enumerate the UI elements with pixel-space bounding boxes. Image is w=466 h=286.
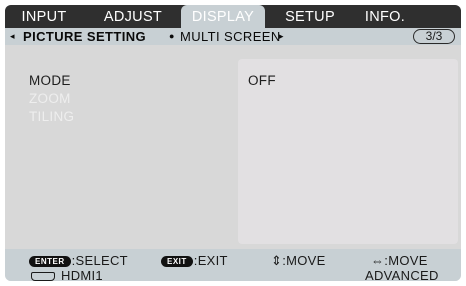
- hint-move-horizontal: ⇔:MOVE: [371, 253, 428, 268]
- enter-key-icon: ENTER: [29, 256, 71, 267]
- submenu-bar: ◂ PICTURE SETTING ● MULTI SCREEN ▸ 3/3: [5, 28, 461, 45]
- submenu-next[interactable]: MULTI SCREEN: [180, 28, 281, 45]
- settings-panel: MODE ZOOM TILING OFF: [5, 45, 461, 249]
- hdmi-icon: [31, 272, 55, 281]
- hint-exit: EXIT:EXIT: [161, 253, 228, 268]
- hint-exit-text: :EXIT: [193, 253, 228, 268]
- submenu-current[interactable]: PICTURE SETTING: [23, 28, 146, 45]
- separator-dot-icon: ●: [169, 31, 175, 41]
- left-arrow-icon[interactable]: ◂: [10, 28, 15, 45]
- top-tab-bar: INPUT ADJUST DISPLAY SETUP INFO.: [5, 5, 461, 28]
- tab-display[interactable]: DISPLAY: [181, 5, 265, 28]
- tab-info[interactable]: INFO.: [357, 5, 413, 28]
- right-arrow-icon[interactable]: ▸: [279, 28, 284, 45]
- menu-level: ADVANCED: [365, 268, 439, 281]
- tab-adjust[interactable]: ADJUST: [97, 5, 169, 28]
- page-indicator: 3/3: [413, 29, 455, 44]
- exit-key-icon: EXIT: [161, 256, 193, 267]
- menu-item-tiling: TILING: [29, 109, 75, 124]
- osd-menu: INPUT ADJUST DISPLAY SETUP INFO. ◂ PICTU…: [5, 5, 461, 281]
- menu-item-zoom: ZOOM: [29, 91, 71, 106]
- hint-move-vertical: ⇕:MOVE: [271, 253, 326, 268]
- tab-display-label: DISPLAY: [191, 9, 255, 25]
- hint-select-text: :SELECT: [71, 253, 128, 268]
- tab-setup[interactable]: SETUP: [277, 5, 343, 28]
- value-panel: OFF: [238, 59, 458, 244]
- input-source: HDMI1: [61, 268, 103, 281]
- menu-item-mode[interactable]: MODE: [29, 73, 71, 88]
- footer-bar: ENTER:SELECT EXIT:EXIT ⇕:MOVE ⇔:MOVE HDM…: [5, 249, 461, 281]
- tab-input[interactable]: INPUT: [13, 5, 75, 28]
- mode-value[interactable]: OFF: [248, 73, 276, 88]
- hint-select: ENTER:SELECT: [29, 253, 128, 268]
